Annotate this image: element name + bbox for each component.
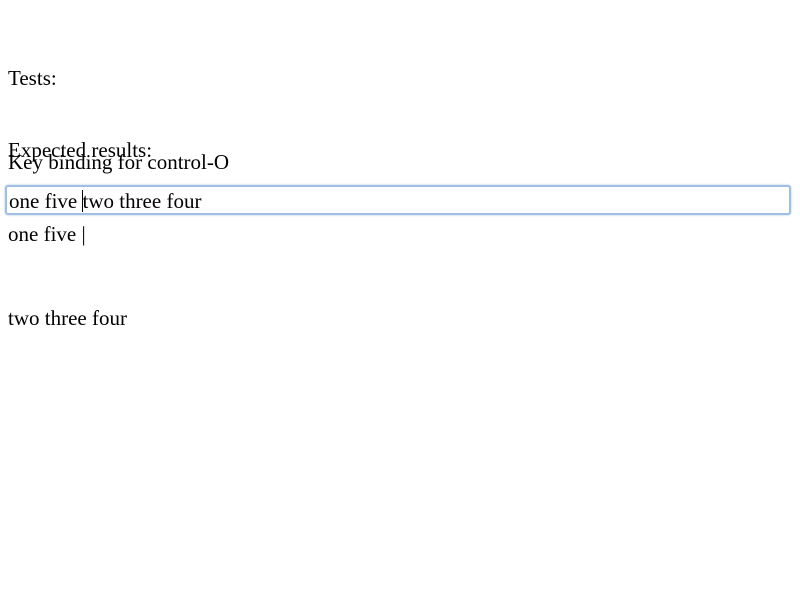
- editable-text-field[interactable]: one five two three four: [5, 185, 791, 215]
- expected-results-line-2: two three four: [8, 306, 127, 330]
- editor-content: one five two three four: [9, 188, 201, 214]
- expected-results-line-1: one five |: [8, 222, 86, 246]
- expected-results-heading: Expected results:: [8, 138, 153, 162]
- editor-text-before-caret: one five: [9, 189, 83, 213]
- expected-results-section: Expected results: one five | two three f…: [8, 80, 152, 360]
- editor-text-after-caret: two three four: [82, 189, 202, 213]
